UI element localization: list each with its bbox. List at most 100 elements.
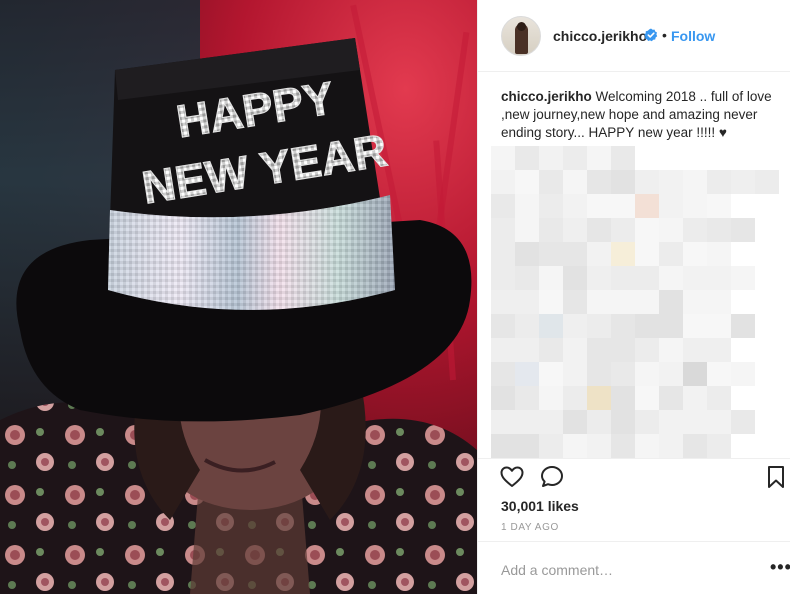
blurred-comment-pixel — [515, 170, 539, 194]
blurred-comment-pixel — [563, 290, 587, 314]
blurred-comment-pixel — [539, 362, 563, 386]
blurred-comment-pixel — [515, 362, 539, 386]
blurred-comment-pixel — [707, 386, 731, 410]
blurred-comment-pixel — [635, 410, 659, 434]
blurred-comment-pixel — [539, 146, 563, 170]
blurred-comment-pixel — [611, 194, 635, 218]
blurred-comment-pixel — [659, 434, 683, 458]
blurred-comment-pixel — [587, 170, 611, 194]
blurred-comments — [491, 146, 781, 461]
blurred-comment-pixel — [731, 218, 755, 242]
blurred-comment-pixel — [611, 410, 635, 434]
blurred-comment-pixel — [515, 338, 539, 362]
blurred-comment-pixel — [563, 410, 587, 434]
blurred-comment-pixel — [587, 434, 611, 458]
blurred-comment-pixel — [659, 242, 683, 266]
add-comment-input[interactable] — [501, 560, 741, 580]
blurred-comment-pixel — [491, 362, 515, 386]
post-caption: chicco.jerikho Welcoming 2018 .. full of… — [501, 88, 773, 142]
username-link[interactable]: chicco.jerikho — [553, 28, 647, 44]
blurred-comment-pixel — [515, 386, 539, 410]
blurred-comment-pixel — [563, 194, 587, 218]
blurred-comment-pixel — [707, 314, 731, 338]
blurred-comment-pixel — [587, 362, 611, 386]
blurred-comment-pixel — [491, 338, 515, 362]
blurred-comment-pixel — [539, 218, 563, 242]
blurred-comment-pixel — [611, 362, 635, 386]
blurred-comment-pixel — [683, 314, 707, 338]
blurred-comment-pixel — [683, 290, 707, 314]
blurred-comment-pixel — [683, 338, 707, 362]
post-date[interactable]: 1 DAY AGO — [501, 522, 559, 533]
blurred-comment-pixel — [635, 362, 659, 386]
blurred-comment-pixel — [563, 218, 587, 242]
blurred-comment-pixel — [515, 266, 539, 290]
blurred-comment-pixel — [683, 410, 707, 434]
blurred-comment-pixel — [539, 338, 563, 362]
blurred-comment-pixel — [635, 266, 659, 290]
caption-username-link[interactable]: chicco.jerikho — [501, 89, 592, 104]
blurred-comment-pixel — [515, 314, 539, 338]
blurred-comment-pixel — [515, 194, 539, 218]
blurred-comment-pixel — [659, 410, 683, 434]
blurred-comment-pixel — [707, 338, 731, 362]
blurred-comment-pixel — [659, 194, 683, 218]
blurred-comment-pixel — [563, 266, 587, 290]
blurred-comment-pixel — [659, 290, 683, 314]
blurred-comment-pixel — [683, 170, 707, 194]
blurred-comment-pixel — [683, 218, 707, 242]
blurred-comment-pixel — [563, 386, 587, 410]
blurred-comment-pixel — [611, 218, 635, 242]
blurred-comment-pixel — [491, 434, 515, 458]
blurred-comment-pixel — [635, 218, 659, 242]
blurred-comment-pixel — [491, 386, 515, 410]
blurred-comment-pixel — [611, 170, 635, 194]
post-photo[interactable]: HAPPY NEW YEAR — [0, 0, 477, 594]
blurred-comment-pixel — [683, 242, 707, 266]
blurred-comment-pixel — [563, 338, 587, 362]
blurred-comment-pixel — [539, 314, 563, 338]
bookmark-icon[interactable] — [763, 464, 789, 490]
blurred-comment-pixel — [659, 266, 683, 290]
blurred-comment-pixel — [659, 218, 683, 242]
likes-count[interactable]: 30,001 likes — [501, 498, 579, 514]
post-actions-bar — [478, 458, 790, 494]
blurred-comment-pixel — [539, 410, 563, 434]
comment-bar: ••• — [478, 541, 790, 594]
post-details-panel: chicco.jerikho • Follow chicco.jerikho W… — [477, 0, 790, 594]
more-options-icon[interactable]: ••• — [770, 558, 790, 576]
blurred-comment-pixel — [491, 290, 515, 314]
blurred-comment-pixel — [587, 386, 611, 410]
blurred-comment-pixel — [587, 290, 611, 314]
follow-button[interactable]: Follow — [671, 28, 715, 44]
blurred-comment-pixel — [707, 362, 731, 386]
blurred-comment-pixel — [659, 338, 683, 362]
blurred-comment-pixel — [563, 170, 587, 194]
blurred-comment-pixel — [683, 362, 707, 386]
blurred-comment-pixel — [731, 314, 755, 338]
blurred-comment-pixel — [491, 410, 515, 434]
comment-bubble-icon[interactable] — [539, 464, 565, 490]
verified-badge-icon — [644, 28, 658, 42]
blurred-comment-pixel — [539, 170, 563, 194]
header-separator: • — [662, 27, 667, 43]
blurred-comment-pixel — [707, 170, 731, 194]
blurred-comment-pixel — [563, 362, 587, 386]
blurred-comment-pixel — [491, 146, 515, 170]
blurred-comment-pixel — [563, 242, 587, 266]
blurred-comment-pixel — [635, 242, 659, 266]
blurred-comment-pixel — [515, 434, 539, 458]
blurred-comment-pixel — [515, 218, 539, 242]
blurred-comment-pixel — [707, 290, 731, 314]
blurred-comment-pixel — [635, 434, 659, 458]
blurred-comment-pixel — [635, 290, 659, 314]
blurred-comment-pixel — [611, 314, 635, 338]
blurred-comment-pixel — [563, 434, 587, 458]
blurred-comment-pixel — [731, 410, 755, 434]
heart-icon[interactable] — [499, 464, 525, 490]
blurred-comment-pixel — [563, 146, 587, 170]
blurred-comment-pixel — [515, 242, 539, 266]
avatar[interactable] — [501, 16, 541, 56]
blurred-comment-pixel — [635, 386, 659, 410]
photo-illustration: HAPPY NEW YEAR — [0, 38, 477, 594]
